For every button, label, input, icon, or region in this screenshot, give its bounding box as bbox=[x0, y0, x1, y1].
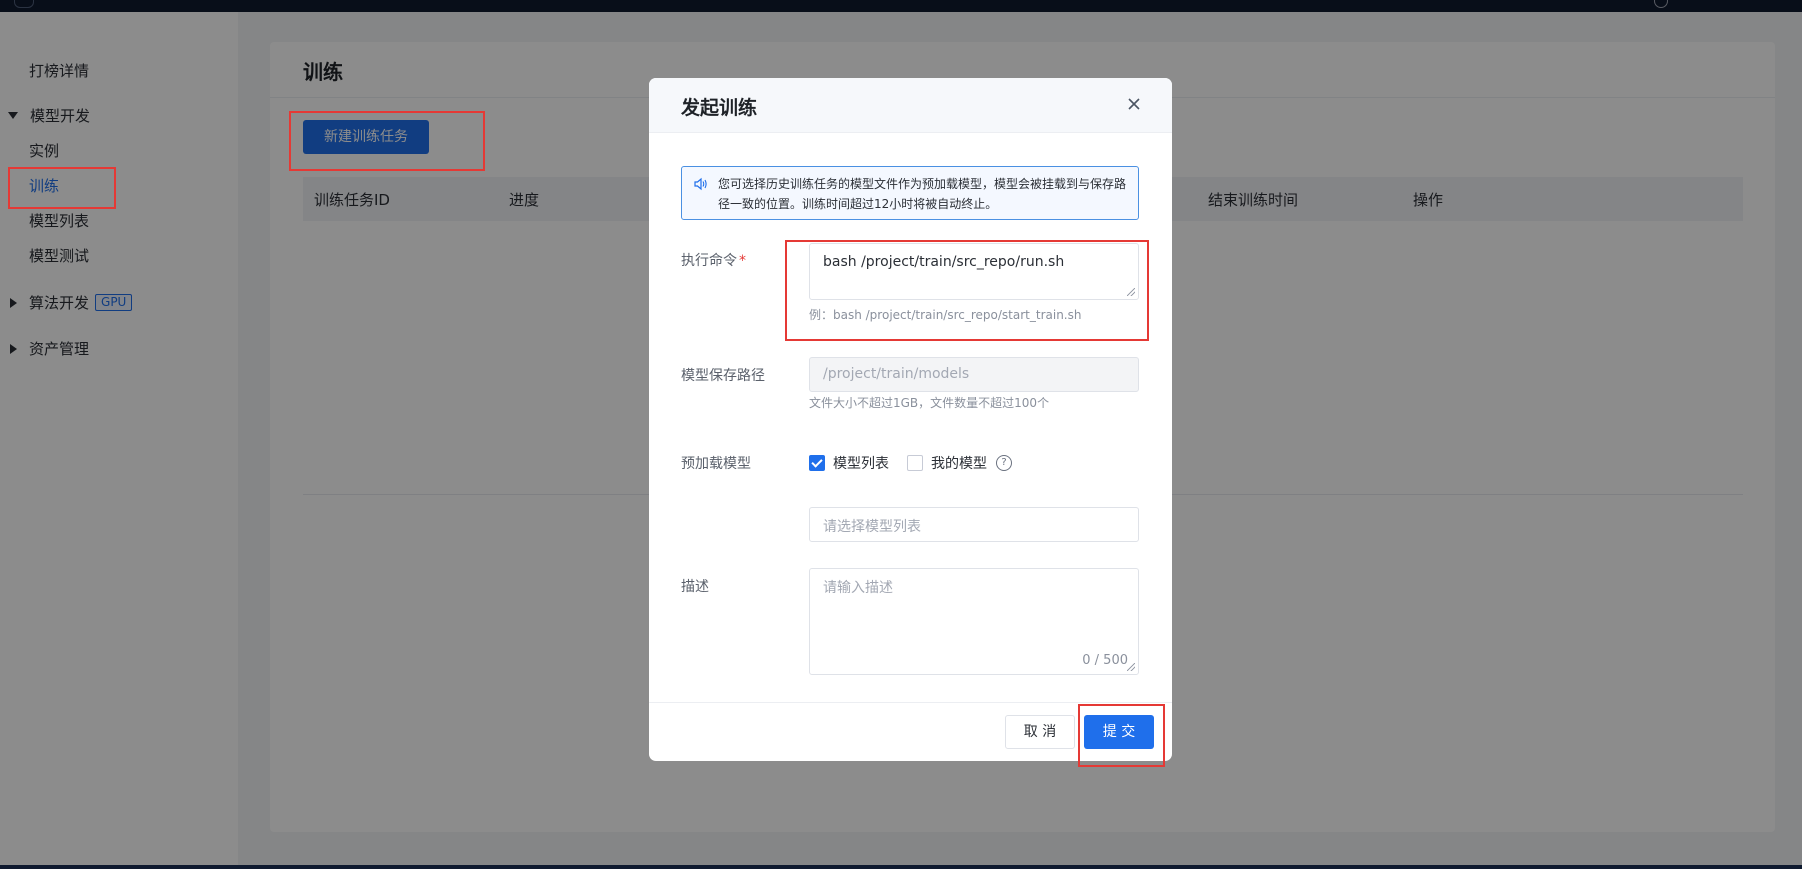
path-hint: 文件大小不超过1GB，文件数量不超过100个 bbox=[809, 396, 1050, 410]
highlight-new-task-button bbox=[289, 111, 485, 171]
my-model-checkbox[interactable] bbox=[907, 455, 923, 471]
notice-text: 您可选择历史训练任务的模型文件作为预加载模型，模型会被挂载到与保存路径一致的位置… bbox=[718, 177, 1127, 211]
model-list-checkbox[interactable] bbox=[809, 455, 825, 471]
select-placeholder: 请选择模型列表 bbox=[823, 519, 921, 535]
preload-options: 模型列表 我的模型 ? bbox=[809, 453, 1012, 473]
model-select[interactable]: 请选择模型列表 bbox=[809, 507, 1139, 542]
description-textarea[interactable]: 请输入描述 0 / 500 bbox=[809, 568, 1139, 675]
cancel-button[interactable]: 取 消 bbox=[1005, 715, 1075, 749]
speaker-icon bbox=[694, 177, 707, 191]
highlight-training-nav bbox=[8, 167, 116, 209]
required-mark: * bbox=[739, 253, 746, 269]
cmd-label: 执行命令 * bbox=[681, 250, 746, 270]
preload-label: 预加载模型 bbox=[681, 456, 751, 472]
highlight-submit-button bbox=[1078, 704, 1165, 767]
close-icon[interactable] bbox=[1126, 96, 1142, 112]
my-model-option-label[interactable]: 我的模型 bbox=[931, 453, 987, 473]
highlight-command-field bbox=[785, 240, 1149, 341]
dialog-title: 发起训练 bbox=[681, 97, 758, 119]
desc-label: 描述 bbox=[681, 579, 709, 595]
dialog-header: 发起训练 bbox=[649, 78, 1172, 133]
resize-handle-icon[interactable] bbox=[1127, 663, 1135, 671]
description-placeholder: 请输入描述 bbox=[823, 580, 893, 596]
path-label: 模型保存路径 bbox=[681, 368, 765, 384]
cmd-label-text: 执行命令 bbox=[681, 253, 737, 269]
bottom-strip bbox=[0, 865, 1802, 869]
start-training-dialog: 发起训练 您可选择历史训练任务的模型文件作为预加载模型，模型会被挂载到与保存路径… bbox=[649, 78, 1172, 761]
model-save-path-input: /project/train/models bbox=[809, 357, 1139, 392]
path-placeholder: /project/train/models bbox=[823, 366, 970, 382]
footer-divider bbox=[649, 702, 1172, 703]
help-icon[interactable]: ? bbox=[996, 455, 1012, 471]
char-counter: 0 / 500 bbox=[1082, 653, 1128, 668]
model-list-option-label[interactable]: 模型列表 bbox=[833, 453, 889, 473]
info-notice: 您可选择历史训练任务的模型文件作为预加载模型，模型会被挂载到与保存路径一致的位置… bbox=[681, 166, 1139, 220]
